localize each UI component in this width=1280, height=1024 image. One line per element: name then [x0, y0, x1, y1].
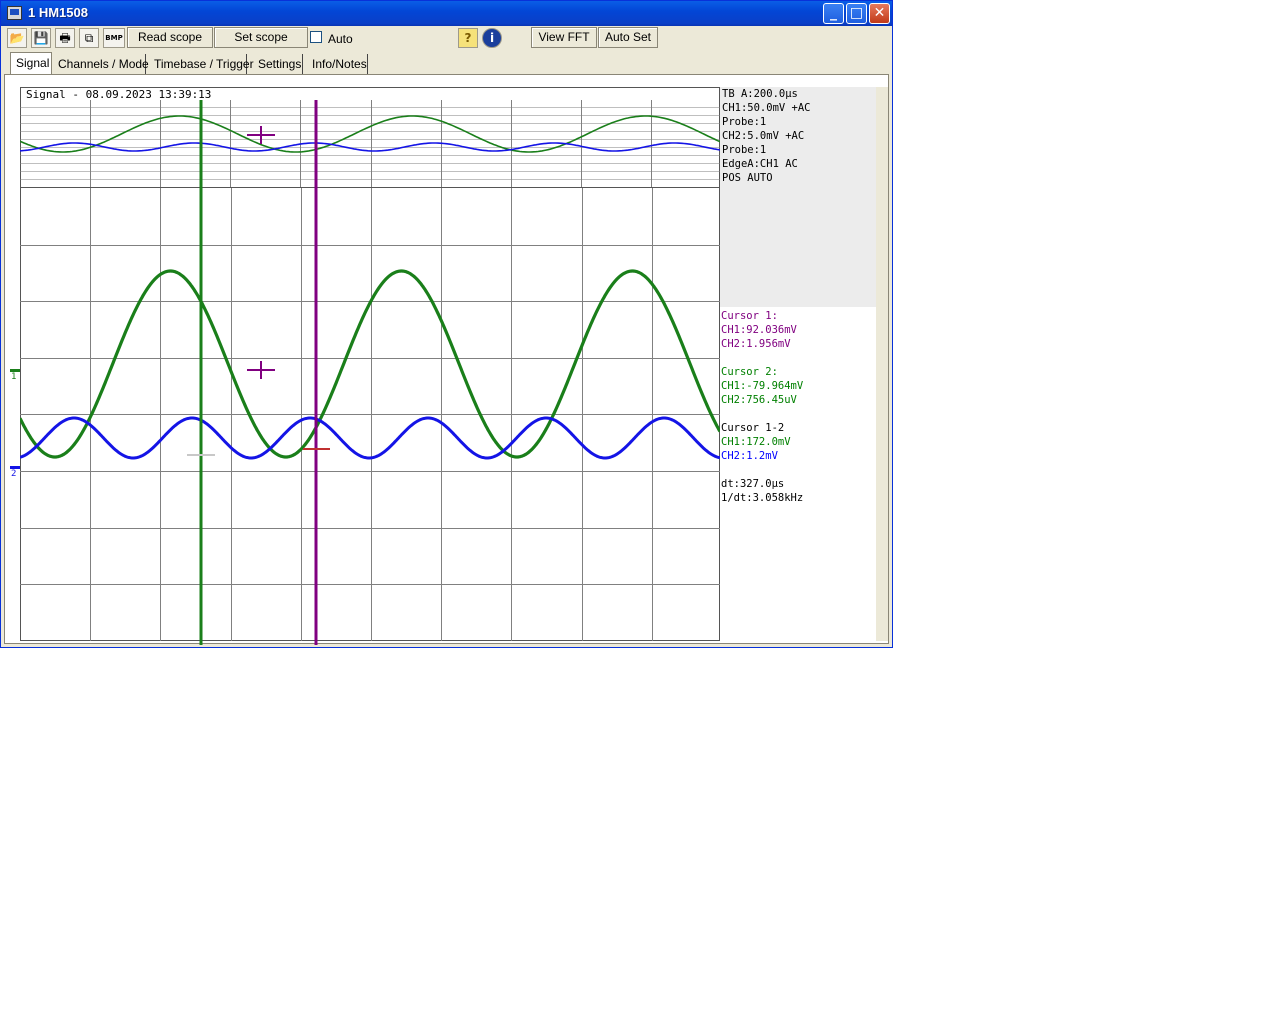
save-icon[interactable]: 💾: [31, 28, 51, 48]
open-folder-icon[interactable]: 📂: [7, 28, 27, 48]
tab-info-notes[interactable]: Info/Notes: [307, 54, 368, 74]
cursor-readout-line: Cursor 1-2: [721, 422, 785, 434]
app-icon: [7, 6, 22, 20]
cursor-readout-line: 1/dt:3.058kHz: [721, 492, 804, 504]
minimize-button[interactable]: _: [823, 3, 844, 24]
title-bar[interactable]: 1 HM1508 _ □ ✕: [1, 1, 892, 26]
ch1-waveform: [20, 269, 720, 459]
bmp-icon[interactable]: BMP: [103, 28, 125, 48]
view-fft-button[interactable]: View FFT: [531, 27, 597, 48]
cursor-readout-line: CH1:92.036mV: [721, 324, 797, 336]
cursor-readout-line: dt:327.0µs: [721, 478, 785, 490]
auto-checkbox[interactable]: [310, 31, 322, 43]
overview-ch2-waveform: [20, 142, 720, 152]
info-line-timebase: TB A:200.0µs: [722, 88, 798, 100]
signal-title: Signal - 08.09.2023 13:39:13: [26, 88, 212, 101]
info-line-trigger: EdgeA:CH1 AC: [722, 158, 798, 170]
overview-ch1-waveform: [20, 115, 720, 153]
tab-settings[interactable]: Settings: [253, 54, 303, 74]
ch1-marker-label: 1: [11, 372, 17, 382]
info-line-ch2: CH2:5.0mV +AC: [722, 130, 805, 142]
cursor-readout-line: CH2:1.2mV: [721, 450, 778, 462]
ch2-waveform: [20, 416, 720, 460]
cursor-readout-line: CH2:756.45uV: [721, 394, 797, 406]
scope-display[interactable]: [20, 87, 720, 645]
info-line-pos: POS AUTO: [722, 172, 773, 184]
copy-icon[interactable]: ⧉: [79, 28, 99, 48]
print-icon[interactable]: 🖶: [55, 28, 75, 48]
tab-channels-mode[interactable]: Channels / Mode: [53, 54, 149, 74]
info-line-ch1: CH1:50.0mV +AC: [722, 102, 811, 114]
tab-signal[interactable]: Signal: [10, 52, 52, 74]
close-button[interactable]: ✕: [869, 3, 890, 24]
read-scope-button[interactable]: Read scope: [127, 27, 213, 48]
scope-border: [20, 87, 720, 641]
help-icon[interactable]: ?: [458, 28, 478, 48]
window-title: 1 HM1508: [28, 5, 88, 20]
ch2-marker-label: 2: [11, 469, 17, 479]
cursor-readout-line: CH2:1.956mV: [721, 338, 791, 350]
info-line-probe1: Probe:1: [722, 116, 767, 128]
set-scope-button[interactable]: Set scope: [214, 27, 308, 48]
cursor-readout-line: [720, 351, 876, 365]
cursor-readout-line: [720, 407, 876, 421]
cursor-readout-line: [720, 463, 876, 477]
cursor-readout-line: CH1:172.0mV: [721, 436, 791, 448]
tab-timebase-trigger[interactable]: Timebase / Trigger: [149, 54, 254, 74]
right-scroll-area: [876, 87, 888, 641]
cursor-readout-line: Cursor 1:: [721, 310, 778, 322]
settings-info-panel: TB A:200.0µs CH1:50.0mV +AC Probe:1 CH2:…: [720, 87, 876, 307]
info-line-probe2: Probe:1: [722, 144, 767, 156]
cursor-readout-line: Cursor 2:: [721, 366, 778, 378]
waveform-svg[interactable]: [20, 87, 720, 647]
auto-set-button[interactable]: Auto Set: [598, 27, 658, 48]
cursor-readout-panel: Cursor 1: CH1:92.036mV CH2:1.956mV Cursor …: [720, 309, 876, 505]
maximize-button[interactable]: □: [846, 3, 867, 24]
auto-label: Auto: [328, 32, 353, 46]
cursor-readout-line: CH1:-79.964mV: [721, 380, 804, 392]
info-icon[interactable]: i: [482, 28, 502, 48]
